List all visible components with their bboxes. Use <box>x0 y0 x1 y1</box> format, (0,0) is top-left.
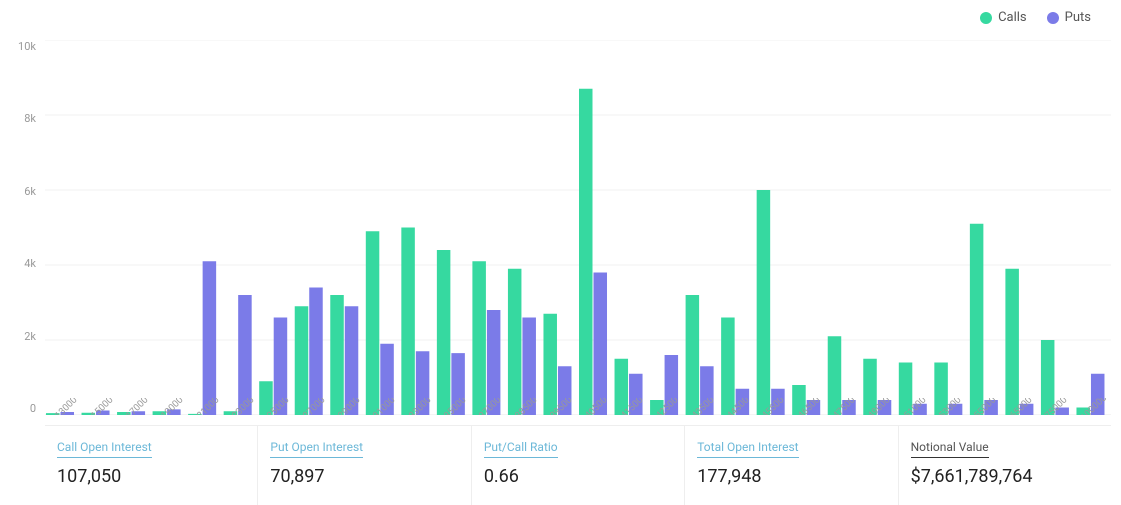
call-bar[interactable] <box>579 89 593 415</box>
legend-puts: Puts <box>1047 10 1091 25</box>
put-bar[interactable] <box>309 288 323 416</box>
call-bar[interactable] <box>472 261 486 415</box>
y-label-6k: 6k <box>24 185 36 198</box>
y-label-0: 0 <box>30 402 36 415</box>
x-label: 15000 <box>89 398 116 415</box>
put-bar[interactable] <box>203 261 217 415</box>
stats-row: Call Open Interest 107,050 Put Open Intere… <box>45 425 1111 505</box>
bar-chart-svg <box>45 40 1111 415</box>
x-label: 55000 <box>972 398 999 415</box>
calls-dot <box>980 12 992 24</box>
call-bar[interactable] <box>366 231 380 415</box>
y-label-8k: 8k <box>24 112 36 125</box>
x-label: 75000 <box>1043 398 1070 415</box>
stat-label: Total Open Interest <box>697 440 798 458</box>
x-label: 29000 <box>336 398 363 415</box>
call-bar[interactable] <box>757 190 771 415</box>
stat-item-4: Notional Value $7,661,789,764 <box>899 426 1111 505</box>
x-label: 44500 <box>725 398 752 415</box>
x-label: 40500 <box>583 398 610 415</box>
stat-label: Call Open Interest <box>57 440 152 458</box>
x-label: 19000 <box>159 398 186 415</box>
call-bar[interactable] <box>401 228 415 416</box>
puts-label: Puts <box>1065 10 1091 25</box>
x-label: 35000 <box>442 398 469 415</box>
call-bar[interactable] <box>330 295 344 415</box>
chart-legend: Calls Puts <box>980 10 1091 25</box>
call-bar[interactable] <box>1005 269 1019 415</box>
call-bar[interactable] <box>437 250 451 415</box>
x-label: 17000 <box>124 398 151 415</box>
stat-item-3: Total Open Interest 177,948 <box>685 426 898 505</box>
call-bar[interactable] <box>970 224 984 415</box>
x-label: 23000 <box>230 398 257 415</box>
stat-label: Put/Call Ratio <box>484 440 558 458</box>
stat-item-0: Call Open Interest 107,050 <box>45 426 258 505</box>
stat-label: Notional Value <box>911 440 989 458</box>
stat-value: 107,050 <box>57 466 245 487</box>
x-label: 33000 <box>407 398 434 415</box>
x-label: 21000 <box>195 398 222 415</box>
puts-dot <box>1047 12 1059 24</box>
calls-label: Calls <box>998 10 1027 25</box>
stat-value: 177,948 <box>697 466 885 487</box>
y-label-10k: 10k <box>18 40 36 53</box>
x-label: 47500 <box>831 398 858 415</box>
x-label: 41500 <box>619 398 646 415</box>
stat-value: 0.66 <box>484 466 672 487</box>
x-label: 31000 <box>371 398 398 415</box>
x-label: 13000 <box>53 398 80 415</box>
x-label: 25000 <box>265 398 292 415</box>
stat-value: 70,897 <box>270 466 458 487</box>
put-bar[interactable] <box>594 273 608 416</box>
y-label-4k: 4k <box>24 257 36 270</box>
x-label: 45500 <box>760 398 787 415</box>
x-axis: 13000 15000 17000 19000 21000 23000 25000 27000… <box>45 398 1111 415</box>
call-bar[interactable] <box>686 295 700 415</box>
stat-label: Put Open Interest <box>270 440 363 458</box>
x-label: 51000 <box>901 398 928 415</box>
x-label: 27000 <box>301 398 328 415</box>
chart-container: Calls Puts 10k 8k 6k 4k 2k 0 13000150001… <box>0 0 1121 505</box>
x-label: 39500 <box>548 398 575 415</box>
x-label: 38500 <box>513 398 540 415</box>
x-label: 49000 <box>866 398 893 415</box>
x-label: 65000 <box>1008 398 1035 415</box>
chart-plot-area <box>45 40 1111 415</box>
x-label: 43500 <box>689 398 716 415</box>
call-bar[interactable] <box>508 269 522 415</box>
x-label: 53000 <box>937 398 964 415</box>
put-bar[interactable] <box>238 295 252 415</box>
stat-item-1: Put Open Interest 70,897 <box>258 426 471 505</box>
x-label: 42500 <box>654 398 681 415</box>
x-label: 37000 <box>477 398 504 415</box>
y-label-2k: 2k <box>24 330 36 343</box>
x-label: 100000 <box>1079 398 1109 415</box>
legend-calls: Calls <box>980 10 1027 25</box>
stat-item-2: Put/Call Ratio 0.66 <box>472 426 685 505</box>
stat-value: $7,661,789,764 <box>911 466 1099 487</box>
x-label: 46500 <box>795 398 822 415</box>
y-axis: 10k 8k 6k 4k 2k 0 <box>0 40 42 415</box>
